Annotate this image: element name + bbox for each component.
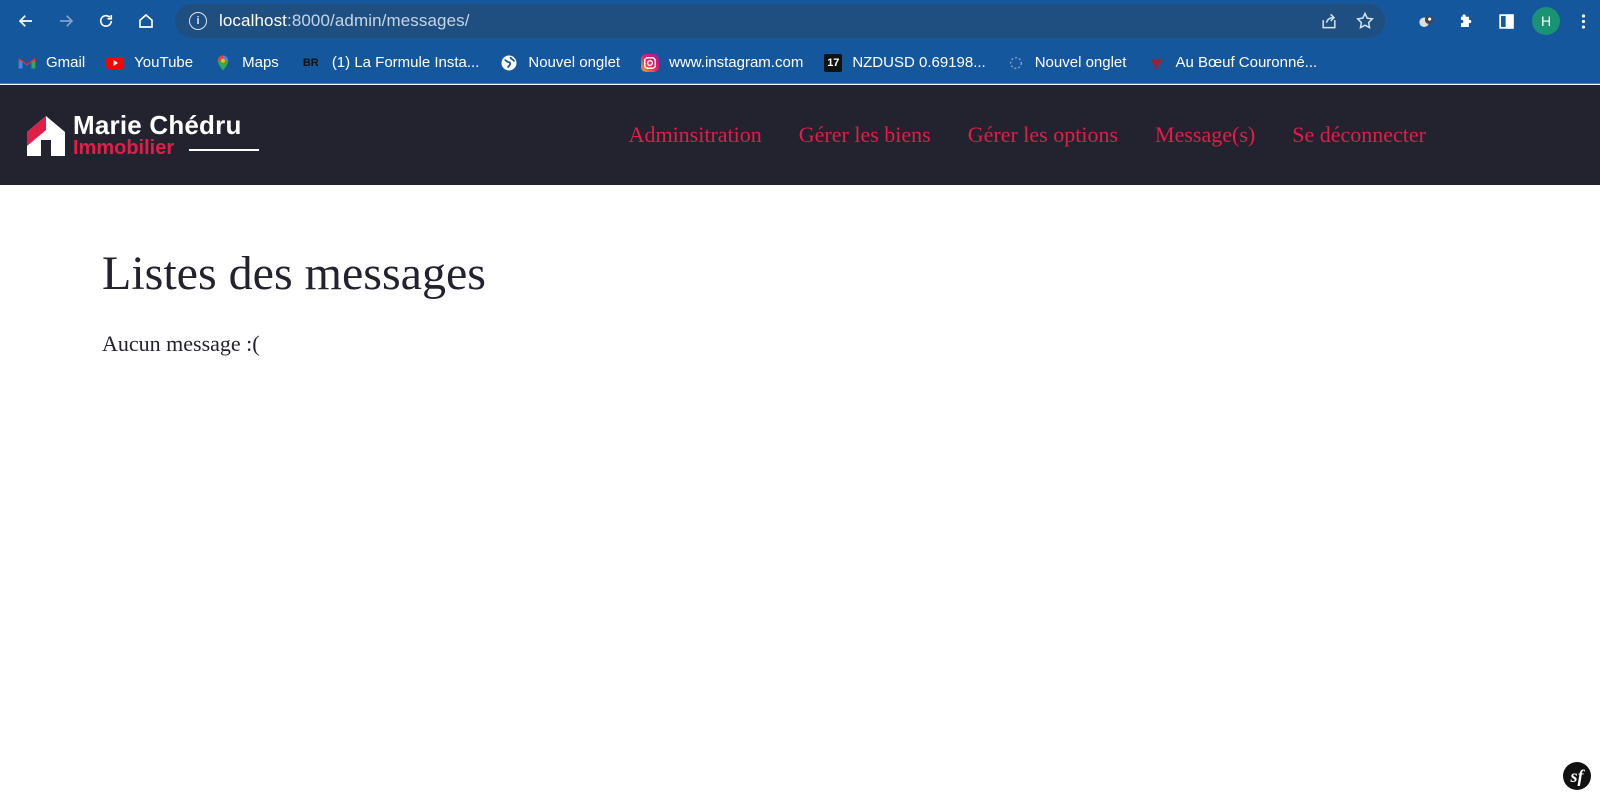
bookmark-label: Nouvel onglet xyxy=(528,54,621,71)
more-vertical-icon xyxy=(1581,13,1585,29)
url-path: :8000/admin/messages/ xyxy=(287,11,470,30)
address-bar[interactable]: i localhost:8000/admin/messages/ xyxy=(175,4,1385,38)
bookmark-gmail[interactable]: Gmail xyxy=(18,54,85,72)
site-info-icon[interactable]: i xyxy=(189,12,207,30)
browser-toolbar: i localhost:8000/admin/messages/ H xyxy=(0,0,1600,42)
nav-manage-properties[interactable]: Gérer les biens xyxy=(799,122,931,148)
bookmark-nouvel-onglet-1[interactable]: Nouvel onglet xyxy=(500,54,620,72)
instagram-icon xyxy=(641,53,660,72)
youtube-icon xyxy=(106,54,125,72)
url-host: localhost xyxy=(219,11,287,30)
nav-manage-options[interactable]: Gérer les options xyxy=(968,122,1118,148)
bookmark-formule[interactable]: BR (1) La Formule Insta... xyxy=(300,54,480,72)
main-nav: Adminsitration Gérer les biens Gérer les… xyxy=(629,85,1426,185)
nav-administration[interactable]: Adminsitration xyxy=(629,122,762,148)
back-button[interactable] xyxy=(6,0,46,42)
bookmark-maps[interactable]: Maps xyxy=(214,54,279,72)
home-icon xyxy=(139,13,153,28)
nav-messages[interactable]: Message(s) xyxy=(1155,122,1255,148)
symfony-debug-toolbar-toggle[interactable]: sf xyxy=(1563,762,1591,790)
bookmark-nouvel-onglet-2[interactable]: Nouvel onglet xyxy=(1007,54,1127,72)
empty-state-message: Aucun message :( xyxy=(102,331,260,356)
logo-underline xyxy=(189,149,259,151)
side-panel-icon xyxy=(1498,13,1514,29)
profile-button[interactable]: H xyxy=(1526,0,1566,42)
arrow-left-icon xyxy=(18,15,32,27)
share-icon[interactable] xyxy=(1319,11,1339,31)
logo-subtitle: Immobilier xyxy=(73,137,175,159)
extension-button[interactable] xyxy=(1406,0,1446,42)
bookmark-youtube[interactable]: YouTube xyxy=(106,54,193,72)
forward-button[interactable] xyxy=(46,0,86,42)
bookmark-label: Maps xyxy=(242,54,279,71)
bookmark-label: Au Bœuf Couronné... xyxy=(1175,54,1318,71)
nav-logout[interactable]: Se déconnecter xyxy=(1292,122,1426,148)
arrow-right-icon xyxy=(60,15,74,27)
bookmark-instagram[interactable]: www.instagram.com xyxy=(641,53,804,72)
home-button[interactable] xyxy=(126,0,166,42)
bookmark-label: (1) La Formule Insta... xyxy=(331,54,480,71)
bookmark-label: Nouvel onglet xyxy=(1034,54,1127,71)
side-panel-button[interactable] xyxy=(1486,0,1526,42)
extension-balls-icon xyxy=(1418,15,1433,27)
reload-icon xyxy=(99,14,113,27)
bookmark-label: NZDUSD 0.69198... xyxy=(852,54,986,71)
star-icon[interactable] xyxy=(1355,11,1375,31)
menu-button[interactable] xyxy=(1566,0,1600,42)
main-content: Listes des messages Aucun message :( xyxy=(102,246,486,357)
bookmark-label: www.instagram.com xyxy=(669,54,804,71)
avatar: H xyxy=(1532,7,1560,35)
bookmark-nzdusd[interactable]: 17 NZDUSD 0.69198... xyxy=(824,53,986,72)
bookmark-boeuf[interactable]: Au Bœuf Couronné... xyxy=(1147,54,1317,72)
reload-button[interactable] xyxy=(86,0,126,42)
gmail-icon xyxy=(18,54,36,72)
tradingview-icon: 17 xyxy=(824,53,843,72)
maps-icon xyxy=(214,54,232,72)
restaurant-icon xyxy=(1147,54,1165,72)
url-text[interactable]: localhost:8000/admin/messages/ xyxy=(219,11,470,31)
site-header: Marie Chédru Immobilier Adminsitration G… xyxy=(0,85,1600,185)
puzzle-icon xyxy=(1460,13,1471,27)
bookmark-label: YouTube xyxy=(134,54,194,71)
extensions-button[interactable] xyxy=(1446,0,1486,42)
house-logo-icon xyxy=(27,116,65,156)
bookmarks-bar: Gmail YouTube Maps BR (1) La Formule Ins… xyxy=(0,42,1600,84)
globe-icon xyxy=(500,54,518,72)
page-icon xyxy=(1007,54,1025,72)
br-icon: BR xyxy=(302,56,319,69)
page-title: Listes des messages xyxy=(102,247,486,300)
site-logo[interactable]: Marie Chédru Immobilier xyxy=(27,110,267,162)
bookmark-label: Gmail xyxy=(46,54,86,71)
